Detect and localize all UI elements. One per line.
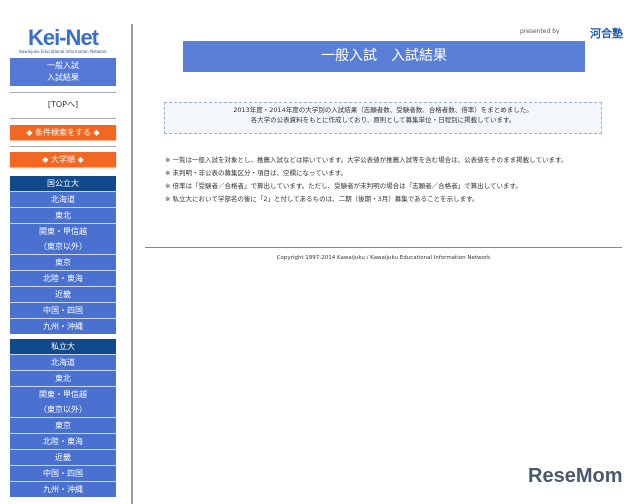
- private-university-nav: 私立大 北海道 東北 関東・甲信越 （東京以外） 東京 北陸・東海 近畿 中国・四…: [10, 339, 116, 497]
- nav-chugoku-shikoku[interactable]: 中国・四国: [10, 302, 116, 318]
- nav-chugoku-shikoku[interactable]: 中国・四国: [10, 465, 116, 481]
- nav-tohoku[interactable]: 東北: [10, 370, 116, 386]
- nav-hokuriku-tokai[interactable]: 北陸・東海: [10, 433, 116, 449]
- logo-text: Kei: [27, 25, 60, 50]
- current-section-line2: 入試結果: [47, 73, 79, 82]
- nav-kanto-line1: 関東・甲信越: [39, 227, 87, 236]
- nav-kanto-line1: 関東・甲信越: [39, 390, 87, 399]
- private-header: 私立大: [10, 339, 116, 354]
- current-section-box: 一般入試 入試結果: [10, 58, 116, 86]
- nav-kanto-line2: （東京以外）: [39, 405, 87, 414]
- nav-hokuriku-tokai[interactable]: 北陸・東海: [10, 270, 116, 286]
- info-line: 2013年度・2014年度の大学別の入試結果（志願者数、受験者数、合格者数、倍率…: [233, 106, 533, 114]
- nav-kanto[interactable]: 関東・甲信越 （東京以外）: [10, 386, 116, 417]
- info-box: 2013年度・2014年度の大学別の入試結果（志願者数、受験者数、合格者数、倍率…: [164, 102, 602, 134]
- notes-list: ※ 一覧は一般入試を対象とし、推薦入試などは除いています。大学公表値が推薦入試等…: [165, 155, 610, 207]
- logo-text-2: -Net: [59, 25, 99, 50]
- nav-kinki[interactable]: 近畿: [10, 449, 116, 465]
- info-line: 各大学の公表資料をもとに作成しており、原則として募集単位・日程別に掲載しています…: [250, 116, 516, 124]
- nav-kanto-line2: （東京以外）: [39, 242, 87, 251]
- national-university-nav: 国公立大 北海道 東北 関東・甲信越 （東京以外） 東京 北陸・東海 近畿 中国・…: [10, 176, 116, 334]
- note-item: ※ 一覧は一般入試を対象とし、推薦入試などは除いています。大学公表値が推薦入試等…: [165, 156, 568, 164]
- nav-tohoku[interactable]: 東北: [10, 207, 116, 223]
- national-header: 国公立大: [10, 176, 116, 191]
- nav-kyushu-okinawa[interactable]: 九州・沖縄: [10, 481, 116, 497]
- note-item: ※ 未判明・非公表の募集区分・項目は、空欄になっています。: [165, 169, 348, 177]
- divider: [10, 118, 116, 119]
- copyright: Copyright 1997-2014 Kawaijuku / Kawaijuk…: [276, 255, 491, 261]
- page-title: 一般入試 入試結果: [183, 41, 585, 72]
- note-item: ※ 私立大において学部名の後に「2」と付してあるものは、二期（後期・3月）募集で…: [165, 195, 479, 203]
- nav-kinki[interactable]: 近畿: [10, 286, 116, 302]
- note-item: ※ 倍率は「受験者／合格者」で算出しています。ただし、受験者が未判明の場合は「志…: [165, 182, 522, 190]
- nav-tokyo[interactable]: 東京: [10, 254, 116, 270]
- top-link[interactable]: [TOPへ]: [10, 99, 116, 110]
- university-order-button[interactable]: ◆ 大学順 ◆: [10, 152, 116, 167]
- condition-search-button[interactable]: ◆ 条件検索をする ◆: [10, 125, 116, 140]
- divider: [10, 146, 116, 147]
- nav-kanto[interactable]: 関東・甲信越 （東京以外）: [10, 223, 116, 254]
- nav-tokyo[interactable]: 東京: [10, 417, 116, 433]
- presented-by-label: presented by: [520, 28, 560, 35]
- nav-hokkaido[interactable]: 北海道: [10, 354, 116, 370]
- footer-divider: [145, 247, 622, 248]
- sidebar-divider: [131, 24, 133, 504]
- logo-subtitle: Kawaijuku Educational Information Networ…: [19, 49, 107, 54]
- kawaijuku-logo[interactable]: 河合塾: [590, 25, 623, 41]
- kei-net-logo[interactable]: Kei-Net Kawaijuku Educational Informatio…: [10, 25, 116, 55]
- nav-hokkaido[interactable]: 北海道: [10, 191, 116, 207]
- current-section-line1: 一般入試: [47, 61, 79, 70]
- divider: [10, 92, 116, 93]
- resemom-watermark: ReseMom: [528, 465, 623, 487]
- nav-kyushu-okinawa[interactable]: 九州・沖縄: [10, 318, 116, 334]
